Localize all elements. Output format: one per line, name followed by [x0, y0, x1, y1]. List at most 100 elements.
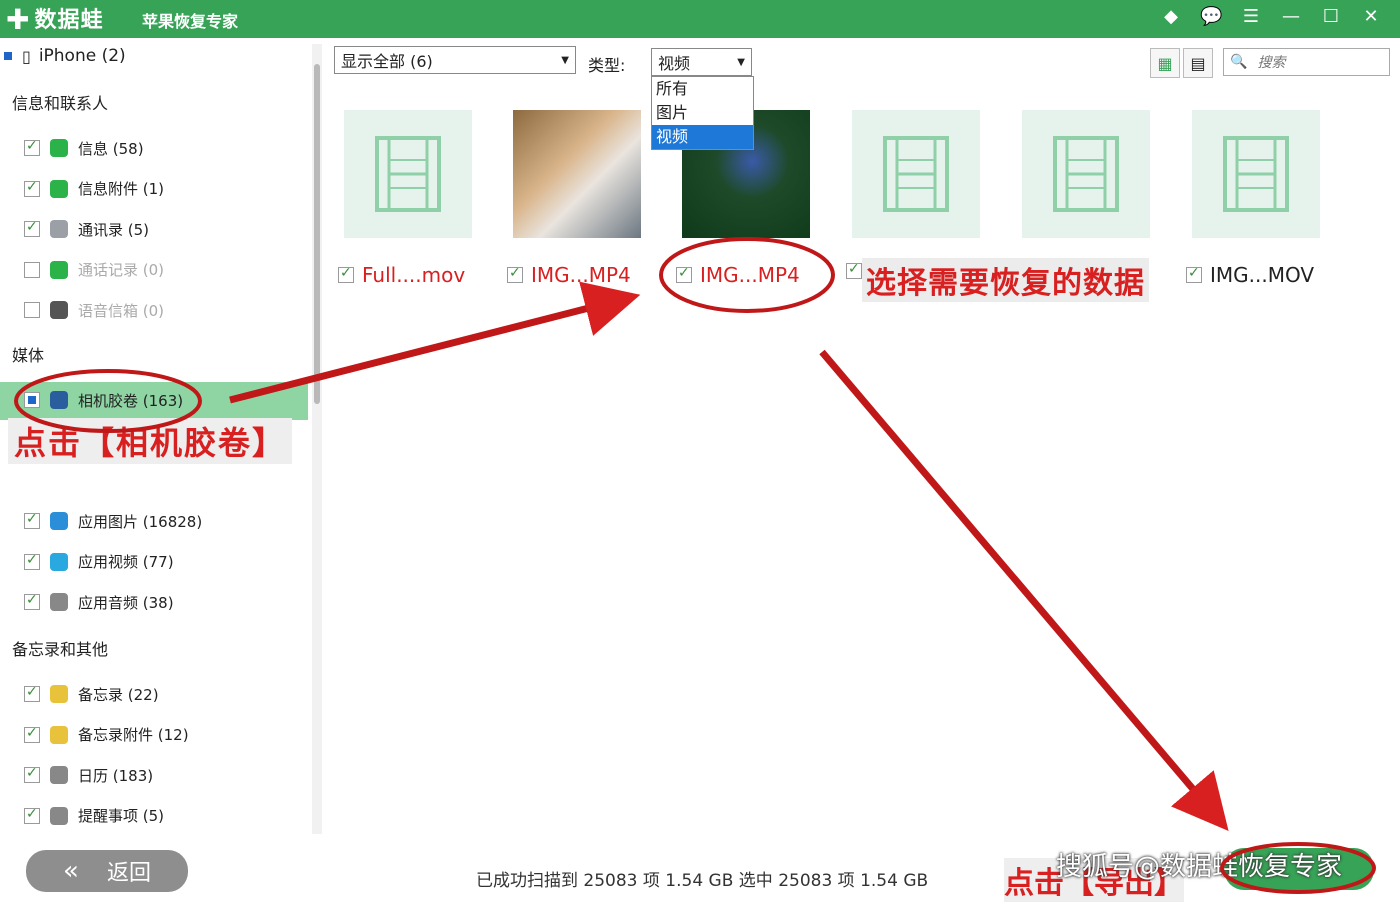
thumbnail-label-row: IMG...MP4 — [676, 263, 800, 287]
app-title: 苹果恢复专家 — [142, 12, 239, 31]
grid-view-button[interactable]: ▦ — [1150, 48, 1180, 78]
back-button[interactable]: « 返回 — [26, 850, 188, 892]
sidebar-item[interactable]: 通讯录 (5) — [24, 215, 149, 243]
thumbnail-card[interactable] — [846, 104, 986, 244]
sidebar-section-title: 信息和联系人 — [12, 94, 109, 113]
device-partial-checkbox[interactable] — [4, 52, 12, 60]
type-option-photo[interactable]: 图片 — [652, 101, 753, 125]
status-text: 已成功扫描到 25083 项 1.54 GB 选中 25083 项 1.54 G… — [476, 871, 929, 891]
sidebar-item[interactable]: 备忘录 (22) — [24, 680, 159, 708]
video-placeholder-icon — [852, 110, 980, 238]
thumbnail-card[interactable] — [1186, 104, 1326, 244]
arrow-to-export — [819, 349, 1229, 832]
sidebar-item[interactable]: 语音信箱 (0) — [24, 296, 164, 324]
contacts-icon — [50, 220, 68, 238]
attachment-icon — [50, 179, 68, 198]
sidebar-item[interactable]: 信息 (58) — [24, 134, 144, 162]
item-checkbox[interactable] — [24, 765, 40, 783]
type-select[interactable]: 视频 ▼ — [651, 48, 752, 76]
thumbnail-checkbox[interactable] — [1186, 265, 1202, 283]
double-chevron-left-icon: « — [63, 856, 79, 886]
camera-icon — [50, 391, 68, 409]
scrollbar-thumb[interactable] — [314, 64, 320, 404]
item-checkbox[interactable] — [24, 806, 40, 824]
diamond-icon[interactable]: ◆ — [1160, 6, 1182, 27]
filter-select[interactable]: 显示全部 (6) ▼ — [334, 46, 576, 74]
device-label: iPhone (2) — [38, 46, 126, 66]
thumbnail-card[interactable] — [338, 104, 478, 244]
sidebar-item[interactable]: 信息附件 (1) — [24, 175, 164, 203]
sidebar-item-label: 信息附件 (1) — [78, 180, 165, 198]
sidebar-item[interactable]: 应用音频 (38) — [24, 588, 174, 616]
chat-icon[interactable]: 💬 — [1200, 6, 1222, 27]
item-checkbox[interactable] — [24, 261, 40, 278]
message-icon — [50, 139, 68, 157]
sidebar-item[interactable]: 应用图片 (16828) — [24, 507, 202, 535]
chevron-down-icon: ▼ — [561, 55, 569, 66]
thumbnail-filename: IMG...MP4 — [531, 263, 631, 287]
video-placeholder-icon — [344, 110, 472, 238]
minimize-icon[interactable]: — — [1280, 6, 1302, 27]
calendar-icon — [50, 766, 68, 784]
thumbnail-card[interactable] — [1016, 104, 1156, 244]
type-option-all[interactable]: 所有 — [652, 77, 753, 101]
item-checkbox[interactable] — [24, 219, 40, 237]
item-checkbox[interactable] — [24, 511, 40, 529]
search-icon: 🔍 — [1230, 54, 1248, 70]
sidebar-item[interactable]: 应用视频 (77) — [24, 548, 174, 576]
sidebar-item-label: 通讯录 (5) — [78, 220, 150, 239]
list-grid-icon: ▤ — [1190, 53, 1206, 73]
sidebar-item-label: 应用音频 (38) — [78, 593, 174, 612]
video-placeholder-icon — [1022, 110, 1150, 238]
sidebar-item-label: 应用视频 (77) — [78, 553, 174, 571]
thumbnail-checkbox[interactable] — [846, 261, 862, 279]
search-input[interactable] — [1255, 53, 1380, 71]
back-label: 返回 — [106, 861, 151, 886]
app-logo: ✚ 数据蛙 — [6, 2, 103, 35]
item-checkbox[interactable] — [24, 592, 40, 610]
sidebar-item[interactable]: 通话记录 (0) — [24, 256, 164, 284]
thumbnail-checkbox[interactable] — [338, 265, 354, 283]
phone-icon — [50, 260, 68, 279]
sidebar-item[interactable]: 提醒事项 (5) — [24, 802, 164, 830]
feedback-icon[interactable]: ☰ — [1240, 6, 1262, 27]
notes-attachment-icon — [50, 725, 68, 744]
app-photo-icon — [50, 512, 68, 530]
notes-icon — [50, 685, 68, 703]
type-value: 视频 — [658, 54, 691, 73]
maximize-icon[interactable]: ☐ — [1320, 6, 1342, 27]
thumbnail-card[interactable] — [507, 104, 647, 244]
item-checkbox[interactable] — [24, 552, 40, 570]
grid-icon: ▦ — [1157, 53, 1173, 73]
thumbnail-checkbox[interactable] — [507, 265, 523, 283]
close-icon[interactable]: ✕ — [1360, 6, 1382, 27]
sidebar-item-label: 通话记录 (0) — [78, 261, 165, 279]
item-checkbox[interactable] — [24, 684, 40, 702]
thumbnail-filename: Full....mov — [362, 263, 466, 287]
device-row[interactable]: ▯ iPhone (2) — [0, 46, 126, 66]
title-bar: ✚ 数据蛙 苹果恢复专家 ◆ 💬 ☰ — ☐ ✕ — [0, 0, 1400, 38]
reminder-icon — [50, 806, 68, 825]
sidebar-item-label: 提醒事项 (5) — [78, 807, 165, 825]
thumbnail-label-row: IMG...MOV — [1186, 263, 1314, 287]
type-option-video[interactable]: 视频 — [652, 125, 753, 149]
sidebar-item[interactable]: 相机胶卷 (163) — [24, 386, 183, 414]
thumbnail-image — [513, 110, 641, 238]
item-checkbox[interactable] — [24, 392, 40, 408]
item-checkbox[interactable] — [24, 179, 40, 197]
list-view-button[interactable]: ▤ — [1183, 48, 1213, 78]
sidebar-item[interactable]: 备忘录附件 (12) — [24, 721, 189, 749]
select-data-callout: 选择需要恢复的数据 — [862, 258, 1149, 302]
search-box[interactable]: 🔍 — [1223, 48, 1390, 76]
item-checkbox[interactable] — [24, 725, 40, 743]
sidebar-item[interactable]: 日历 (183) — [24, 761, 153, 789]
logo-text: 数据蛙 — [34, 8, 104, 33]
sidebar-item-label: 应用图片 (16828) — [78, 512, 203, 531]
voicemail-icon — [50, 301, 68, 319]
thumbnail-checkbox[interactable] — [676, 265, 692, 283]
item-checkbox[interactable] — [24, 138, 40, 156]
thumbnail-filename: IMG...MOV — [1210, 263, 1315, 287]
type-dropdown: 所有 图片 视频 — [651, 76, 754, 150]
item-checkbox[interactable] — [24, 302, 40, 318]
sidebar-scrollbar[interactable] — [312, 44, 322, 834]
